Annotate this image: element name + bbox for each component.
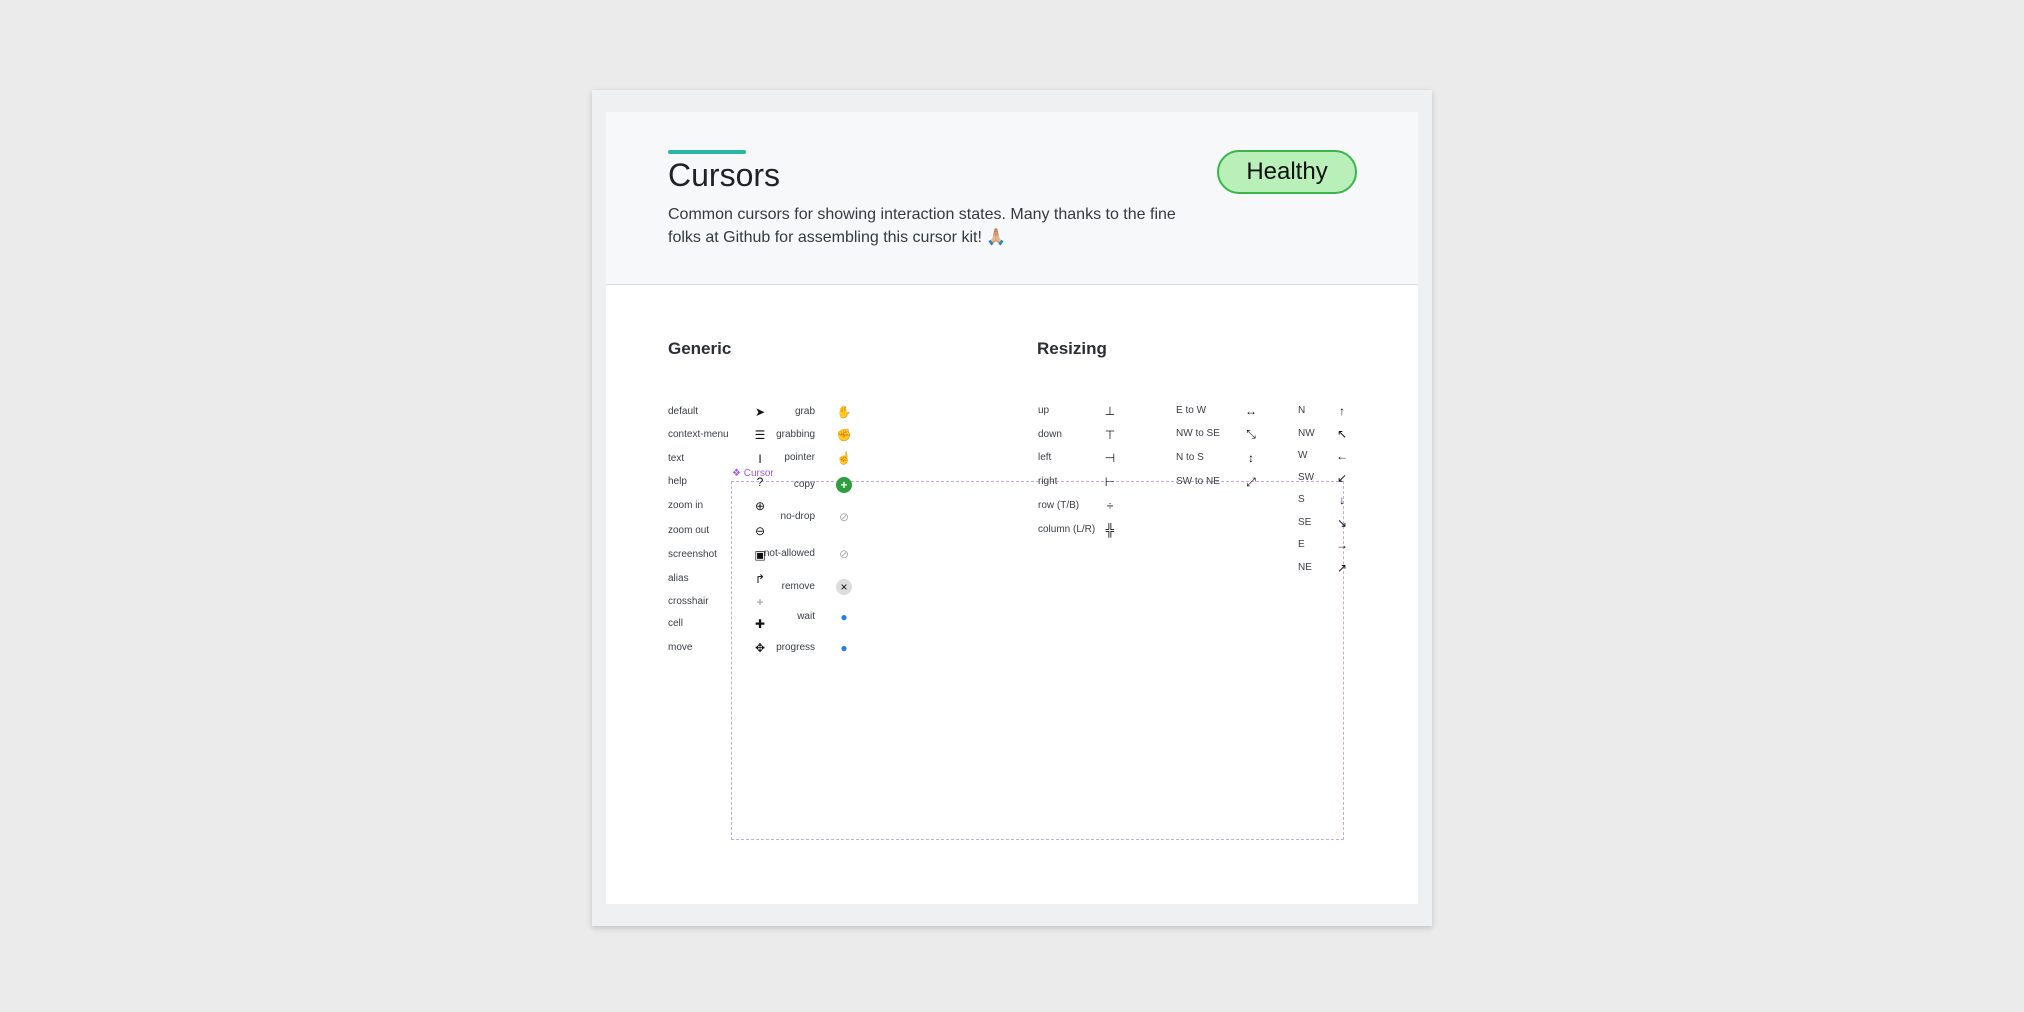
resize-left-cursor-icon: ⊣ <box>1104 451 1116 465</box>
progress-cursor-icon: ● <box>840 641 848 655</box>
cursor-label: progress <box>776 642 815 653</box>
cursor-label: grabbing <box>776 429 815 440</box>
cursor-label: S <box>1298 494 1305 505</box>
resize-up-cursor-icon: ⊥ <box>1104 404 1116 418</box>
ew-resize-cursor-icon: ↔ <box>1245 404 1257 418</box>
resize-down-cursor-icon: ⊤ <box>1104 428 1116 442</box>
page-title: Cursors <box>668 157 781 193</box>
cursor-label: default <box>668 406 699 417</box>
cursor-label: up <box>1038 405 1050 416</box>
column-resize-cursor-icon: ╬ <box>1105 523 1115 537</box>
wait-cursor-icon: ● <box>840 610 848 624</box>
page-description: Common cursors for showing interaction s… <box>668 206 1176 246</box>
s-resize-cursor-icon: ↓ <box>1339 493 1345 507</box>
no-drop-cursor-icon: ⊘ <box>838 510 850 524</box>
e-resize-cursor-icon: → <box>1336 538 1348 552</box>
cursor-label: left <box>1038 452 1052 463</box>
cursor-label: right <box>1038 476 1058 487</box>
open-hand-cursor-icon: ✋ <box>836 405 852 419</box>
zoom-out-cursor-icon: ⊖ <box>754 524 766 538</box>
cursor-label: context-menu <box>668 429 729 440</box>
component-icon: ❖ <box>732 468 741 479</box>
cursor-label: crosshair <box>668 596 709 607</box>
not-allowed-cursor-icon: ⊘ <box>838 547 850 561</box>
cursor-label: help <box>668 476 687 487</box>
resize-right-cursor-icon: ⊢ <box>1104 475 1116 489</box>
ne-resize-cursor-icon: ↗ <box>1336 561 1348 575</box>
page-frame: Cursors Common cursors for showing inter… <box>606 112 1418 904</box>
cursor-label: remove <box>781 581 815 592</box>
cursor-label: NW <box>1298 428 1315 439</box>
status-badge: Healthy <box>1217 150 1357 194</box>
cursor-label: NW to SE <box>1176 428 1220 439</box>
cursor-label: W <box>1298 450 1308 461</box>
cursor-label: down <box>1038 429 1062 440</box>
sw-resize-cursor-icon: ↙ <box>1336 471 1348 485</box>
cursor-label: zoom in <box>668 500 704 511</box>
cursors-page-card: Cursors Common cursors for showing inter… <box>592 90 1432 926</box>
pointing-hand-cursor-icon: ☝ <box>836 451 852 465</box>
title-accent-bar <box>668 150 746 154</box>
closed-hand-cursor-icon: ✊ <box>836 428 852 442</box>
cursor-label: copy <box>793 479 815 490</box>
cursor-label: SE <box>1298 517 1312 528</box>
cursor-label: screenshot <box>668 549 717 560</box>
w-resize-cursor-icon: ← <box>1336 449 1348 463</box>
cursor-label: E to W <box>1176 405 1207 416</box>
nw-resize-cursor-icon: ↖ <box>1336 427 1348 441</box>
cursor-label: N <box>1298 405 1306 416</box>
cursor-label: zoom out <box>668 525 710 536</box>
section-title-resizing: Resizing <box>1037 339 1107 358</box>
section-title-generic: Generic <box>668 339 732 358</box>
cursor-label: alias <box>668 573 689 584</box>
cursor-label: no-drop <box>780 511 815 522</box>
cursor-label: pointer <box>784 452 815 463</box>
cursor-label: wait <box>797 611 815 622</box>
cursor-label: NE <box>1298 562 1312 573</box>
ns-resize-cursor-icon: ↕ <box>1248 451 1254 465</box>
nesw-resize-cursor-icon: ⤢ <box>1246 475 1256 489</box>
cursor-label: text <box>668 453 685 464</box>
se-resize-cursor-icon: ↘ <box>1336 516 1348 530</box>
copy-cursor-icon: + <box>836 477 852 493</box>
cursor-label: E <box>1298 539 1305 550</box>
remove-cursor-icon: × <box>836 579 852 595</box>
cursor-label: not-allowed <box>763 548 815 559</box>
cursor-label: grab <box>794 406 815 417</box>
cursor-label: column (L/R) <box>1038 524 1096 535</box>
nwse-resize-cursor-icon: ⤡ <box>1246 427 1256 441</box>
n-resize-cursor-icon: ↑ <box>1339 404 1345 418</box>
page-header: Cursors Common cursors for showing inter… <box>606 112 1418 285</box>
crosshair-cursor-icon: + <box>756 595 764 609</box>
cursor-label: SW <box>1298 472 1315 483</box>
cursor-label: SW to NE <box>1176 476 1220 487</box>
cursor-label: cell <box>668 618 684 629</box>
row-resize-cursor-icon: ÷ <box>1106 499 1114 513</box>
cursor-label: move <box>668 642 693 653</box>
cursor-label: row (T/B) <box>1038 500 1080 511</box>
cursor-label: N to S <box>1176 452 1204 463</box>
